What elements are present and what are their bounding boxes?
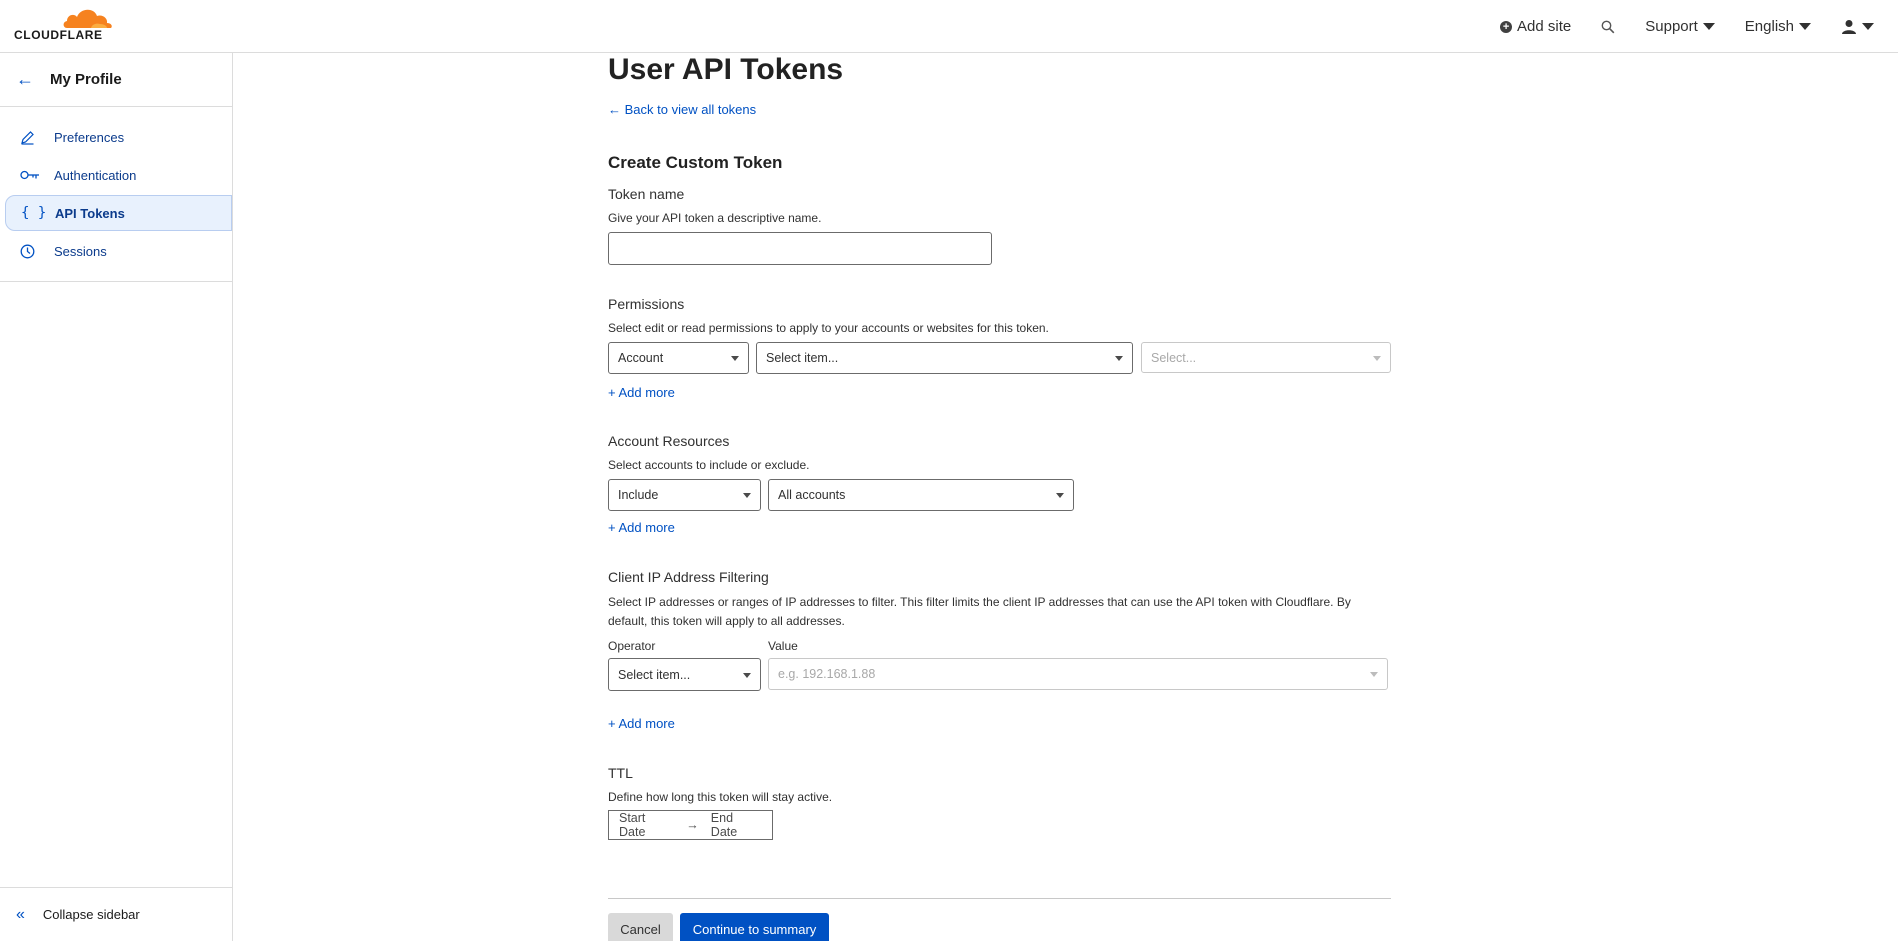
arrow-left-icon: ← xyxy=(16,69,34,89)
ip-filtering-description: Select IP addresses or ranges of IP addr… xyxy=(608,595,1351,628)
arrow-left-icon: ← xyxy=(608,102,621,117)
ttl-description: Define how long this token will stay act… xyxy=(608,790,833,804)
permission-scope-select[interactable]: Account xyxy=(608,342,749,374)
key-icon xyxy=(20,169,54,181)
permission-item-select[interactable]: Select item... xyxy=(756,342,1133,374)
caret-down-icon xyxy=(731,356,739,361)
caret-down-icon xyxy=(1115,356,1123,361)
user-menu[interactable] xyxy=(1841,19,1874,35)
language-label: English xyxy=(1744,18,1794,35)
clock-icon xyxy=(20,244,54,259)
double-chevron-left-icon: « xyxy=(16,905,25,923)
value-label: Value xyxy=(768,639,798,653)
sidebar-item-api-tokens[interactable]: { } API Tokens xyxy=(5,195,232,231)
sidebar-nav: Preferences Authentication { } API Token… xyxy=(0,107,232,282)
account-resources-add-more-button[interactable]: + Add more xyxy=(608,520,675,535)
caret-down-icon xyxy=(1056,493,1064,498)
continue-label: Continue to summary xyxy=(692,921,817,937)
account-target-select[interactable]: All accounts xyxy=(768,479,1074,511)
select-placeholder: Select... xyxy=(1151,350,1197,365)
select-value: Select item... xyxy=(618,667,691,682)
caret-down-icon xyxy=(1373,355,1381,361)
sidebar-item-label: Authentication xyxy=(54,167,137,183)
permission-level-select[interactable]: Select... xyxy=(1141,342,1391,373)
cancel-button[interactable]: Cancel xyxy=(608,913,673,941)
operator-label: Operator xyxy=(608,639,656,653)
cloud-logo-icon xyxy=(63,9,112,28)
end-date-field[interactable]: End Date xyxy=(711,811,762,839)
ip-filtering-label: Client IP Address Filtering xyxy=(608,569,769,585)
search-icon xyxy=(1601,20,1615,33)
continue-to-summary-button[interactable]: Continue to summary xyxy=(680,913,829,941)
collapse-sidebar-button[interactable]: « Collapse sidebar xyxy=(0,887,232,941)
add-more-label: Add more xyxy=(618,385,675,400)
top-bar: CLOUDFLARE + Add site Support English xyxy=(0,0,1898,53)
select-value: Include xyxy=(618,488,659,502)
top-navigation: + Add site Support English xyxy=(1500,0,1874,53)
cloudflare-logo[interactable]: CLOUDFLARE xyxy=(14,6,114,42)
arrow-right-icon: → xyxy=(686,818,699,832)
caret-down-icon xyxy=(743,672,751,678)
search-button[interactable] xyxy=(1601,20,1615,34)
chevron-down-icon xyxy=(1702,23,1715,30)
permissions-description: Select edit or read permissions to apply… xyxy=(608,321,1049,335)
select-placeholder: e.g. 192.168.1.88 xyxy=(778,667,876,681)
start-date-field[interactable]: Start Date xyxy=(619,811,674,839)
select-value: All accounts xyxy=(778,488,846,502)
token-name-label: Token name xyxy=(608,186,685,202)
ttl-label: TTL xyxy=(608,765,633,781)
ip-filtering-add-more-button[interactable]: + Add more xyxy=(608,716,675,731)
token-name-description: Give your API token a descriptive name. xyxy=(608,211,822,225)
sidebar-item-label: API Tokens xyxy=(55,205,125,221)
plus-icon: + xyxy=(608,520,616,535)
sidebar-item-authentication[interactable]: Authentication xyxy=(0,157,232,193)
braces-icon: { } xyxy=(21,205,47,221)
support-label: Support xyxy=(1645,18,1698,35)
caret-down-icon xyxy=(743,493,751,498)
token-name-input[interactable] xyxy=(608,232,992,265)
sidebar-header[interactable]: ← My Profile xyxy=(0,53,232,107)
back-link-label: Back to view all tokens xyxy=(624,102,757,117)
caret-down-icon xyxy=(1370,672,1378,677)
add-site-label: Add site xyxy=(1517,18,1572,35)
permissions-add-more-button[interactable]: + Add more xyxy=(608,385,675,400)
add-more-label: Add more xyxy=(618,716,675,731)
ip-value-select[interactable]: e.g. 192.168.1.88 xyxy=(768,658,1388,690)
page-title: User API Tokens xyxy=(608,53,844,86)
form-divider xyxy=(608,898,1391,899)
collapse-sidebar-label: Collapse sidebar xyxy=(42,907,140,922)
ip-operator-select[interactable]: Select item... xyxy=(608,658,761,691)
back-to-tokens-link[interactable]: ← Back to view all tokens xyxy=(608,102,756,117)
account-include-select[interactable]: Include xyxy=(608,479,761,511)
plus-icon: + xyxy=(608,716,616,731)
account-resources-description: Select accounts to include or exclude. xyxy=(608,458,810,472)
sidebar-item-label: Preferences xyxy=(54,129,125,145)
language-menu[interactable]: English xyxy=(1745,18,1811,35)
plus-circle-icon: + xyxy=(1500,20,1513,33)
sidebar-item-preferences[interactable]: Preferences xyxy=(0,119,232,155)
plus-icon: + xyxy=(608,385,616,400)
pencil-icon xyxy=(20,130,54,145)
account-resources-label: Account Resources xyxy=(608,433,730,449)
logo-text: CLOUDFLARE xyxy=(14,28,103,42)
sidebar: ← My Profile Preferences Authentication … xyxy=(0,53,233,941)
permissions-label: Permissions xyxy=(608,296,685,312)
sidebar-item-sessions[interactable]: Sessions xyxy=(0,233,232,269)
sidebar-title: My Profile xyxy=(50,71,122,88)
chevron-down-icon xyxy=(1862,23,1874,30)
add-more-label: Add more xyxy=(618,520,675,535)
select-value: Account xyxy=(618,351,664,365)
add-site-button[interactable]: + Add site xyxy=(1500,18,1571,35)
user-icon xyxy=(1842,19,1856,34)
sidebar-item-label: Sessions xyxy=(54,243,107,259)
support-menu[interactable]: Support xyxy=(1645,18,1715,35)
chevron-down-icon xyxy=(1799,23,1811,30)
section-title: Create Custom Token xyxy=(608,153,783,172)
cancel-label: Cancel xyxy=(620,921,661,937)
select-value: Select item... xyxy=(766,351,839,365)
ttl-date-range-picker[interactable]: Start Date → End Date xyxy=(608,810,773,840)
